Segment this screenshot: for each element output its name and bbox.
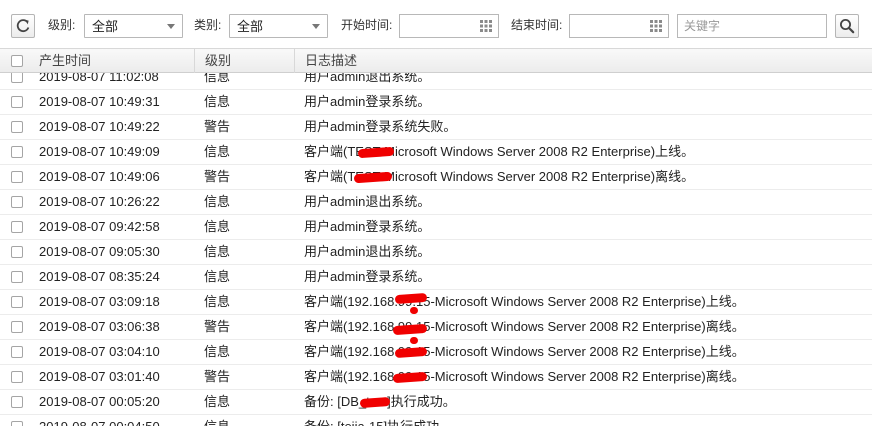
row-description: 客户端(192.168.99.15-Microsoft Windows Serv… [304, 369, 745, 384]
row-description: 客户端(192.168.99.15-Microsoft Windows Serv… [304, 294, 745, 309]
row-time: 2019-08-07 10:26:22 [39, 194, 160, 209]
row-checkbox[interactable] [11, 321, 23, 333]
table-row[interactable]: 2019-08-07 10:49:31 信息 用户admin登录系统。 [0, 90, 872, 115]
category-label: 类别: [194, 18, 222, 32]
row-checkbox[interactable] [11, 371, 23, 383]
row-time: 2019-08-07 09:05:30 [39, 244, 160, 259]
row-time: 2019-08-07 10:49:22 [39, 119, 160, 134]
row-checkbox[interactable] [11, 221, 23, 233]
log-grid: 产生时间 级别 日志描述 2019-08-07 11:02:08 信息 用户admi… [0, 48, 872, 426]
category-select-value: 全部 [237, 19, 264, 34]
row-level: 信息 [204, 344, 231, 359]
column-header-time[interactable]: 产生时间 [39, 49, 91, 73]
row-time: 2019-08-07 10:49:06 [39, 169, 160, 184]
chevron-down-icon [312, 24, 320, 29]
table-row[interactable]: 2019-08-07 03:06:38 警告 客户端(192.168.99.15-M… [0, 315, 872, 340]
row-checkbox[interactable] [11, 421, 23, 426]
level-label: 级别: [48, 18, 76, 32]
row-checkbox[interactable] [11, 246, 23, 258]
row-checkbox[interactable] [11, 296, 23, 308]
refresh-button[interactable] [11, 14, 35, 38]
table-row[interactable]: 2019-08-07 00:04:50 信息 备份: [tejia-15]执行成功。 [0, 415, 872, 426]
redaction-mark [410, 337, 418, 344]
table-row[interactable]: 2019-08-07 10:49:09 信息 客户端(TEST-Microsoft … [0, 140, 872, 165]
table-row[interactable]: 2019-08-07 09:42:58 信息 用户admin登录系统。 [0, 215, 872, 240]
search-icon [840, 19, 855, 34]
row-description: 用户admin退出系统。 [304, 244, 431, 259]
row-description: 用户admin登录系统。 [304, 219, 431, 234]
row-time: 2019-08-07 10:49:31 [39, 94, 160, 109]
table-row[interactable]: 2019-08-07 10:26:22 信息 用户admin退出系统。 [0, 190, 872, 215]
table-row[interactable]: 2019-08-07 03:01:40 警告 客户端(192.168.99.15-M… [0, 365, 872, 390]
row-level: 警告 [204, 319, 231, 334]
category-select[interactable]: 全部 [229, 14, 328, 38]
redaction-mark [410, 307, 418, 314]
row-time: 2019-08-07 08:35:24 [39, 269, 160, 284]
row-description: 客户端(192.168.99.15-Microsoft Windows Serv… [304, 319, 745, 334]
end-time-input[interactable] [569, 14, 669, 38]
row-level: 警告 [204, 369, 231, 384]
start-time-input[interactable] [399, 14, 499, 38]
calendar-icon[interactable] [479, 19, 493, 33]
row-checkbox[interactable] [11, 396, 23, 408]
row-level: 信息 [204, 269, 231, 284]
level-select[interactable]: 全部 [84, 14, 183, 38]
row-time: 2019-08-07 00:05:20 [39, 394, 160, 409]
keyword-input[interactable] [677, 14, 827, 38]
row-checkbox[interactable] [11, 271, 23, 283]
row-level: 信息 [204, 394, 231, 409]
row-checkbox[interactable] [11, 346, 23, 358]
toolbar: 级别: 全部 类别: 全部 开始时间: 结束时间: [0, 0, 872, 48]
table-row[interactable]: 2019-08-07 00:05:20 信息 备份: [DB_test]执行成功。 [0, 390, 872, 415]
row-description: 客户端(192.168.99.15-Microsoft Windows Serv… [304, 344, 745, 359]
row-description: 备份: [tejia-15]执行成功。 [304, 415, 452, 426]
row-level: 信息 [204, 244, 231, 259]
row-time: 2019-08-07 03:01:40 [39, 369, 160, 384]
row-level: 警告 [204, 169, 231, 184]
row-description: 用户admin登录系统。 [304, 94, 431, 109]
row-time: 2019-08-07 09:42:58 [39, 219, 160, 234]
row-checkbox[interactable] [11, 196, 23, 208]
row-checkbox[interactable] [11, 121, 23, 133]
row-time: 2019-08-07 03:04:10 [39, 344, 160, 359]
table-row[interactable]: 2019-08-07 09:05:30 信息 用户admin退出系统。 [0, 240, 872, 265]
row-description: 用户admin登录系统。 [304, 269, 431, 284]
table-row[interactable]: 2019-08-07 10:49:22 警告 用户admin登录系统失败。 [0, 115, 872, 140]
table-row[interactable]: 2019-08-07 10:49:06 警告 客户端(TEST-Microsoft … [0, 165, 872, 190]
calendar-icon[interactable] [649, 19, 663, 33]
row-checkbox[interactable] [11, 96, 23, 108]
row-level: 信息 [204, 415, 230, 426]
row-time: 2019-08-07 03:06:38 [39, 319, 160, 334]
row-level: 信息 [204, 94, 231, 109]
search-button[interactable] [835, 14, 859, 38]
row-level: 信息 [204, 294, 231, 309]
row-level: 信息 [204, 219, 231, 234]
row-time: 2019-08-07 03:09:18 [39, 294, 160, 309]
row-level: 信息 [204, 194, 231, 209]
level-select-value: 全部 [92, 19, 119, 34]
table-row[interactable]: 2019-08-07 08:35:24 信息 用户admin登录系统。 [0, 265, 872, 290]
select-all-checkbox[interactable] [11, 55, 23, 67]
row-time: 2019-08-07 00:04:50 [39, 415, 160, 426]
table-row[interactable]: 2019-08-07 03:09:18 信息 客户端(192.168.99.15-M… [0, 290, 872, 315]
row-description: 用户admin登录系统失败。 [304, 119, 457, 134]
row-level: 信息 [204, 144, 231, 159]
refresh-icon [16, 19, 30, 32]
row-level: 警告 [204, 119, 231, 134]
column-header-level[interactable]: 级别 [194, 49, 294, 73]
end-time-label: 结束时间: [511, 18, 563, 32]
row-time: 2019-08-07 10:49:09 [39, 144, 160, 159]
row-description: 用户admin退出系统。 [304, 194, 431, 209]
table-row[interactable]: 2019-08-07 03:04:10 信息 客户端(192.168.99.15-M… [0, 340, 872, 365]
grid-header: 产生时间 级别 日志描述 [0, 48, 872, 73]
row-checkbox[interactable] [11, 146, 23, 158]
column-header-description[interactable]: 日志描述 [294, 49, 872, 73]
start-time-label: 开始时间: [341, 18, 393, 32]
chevron-down-icon [167, 24, 175, 29]
row-checkbox[interactable] [11, 171, 23, 183]
